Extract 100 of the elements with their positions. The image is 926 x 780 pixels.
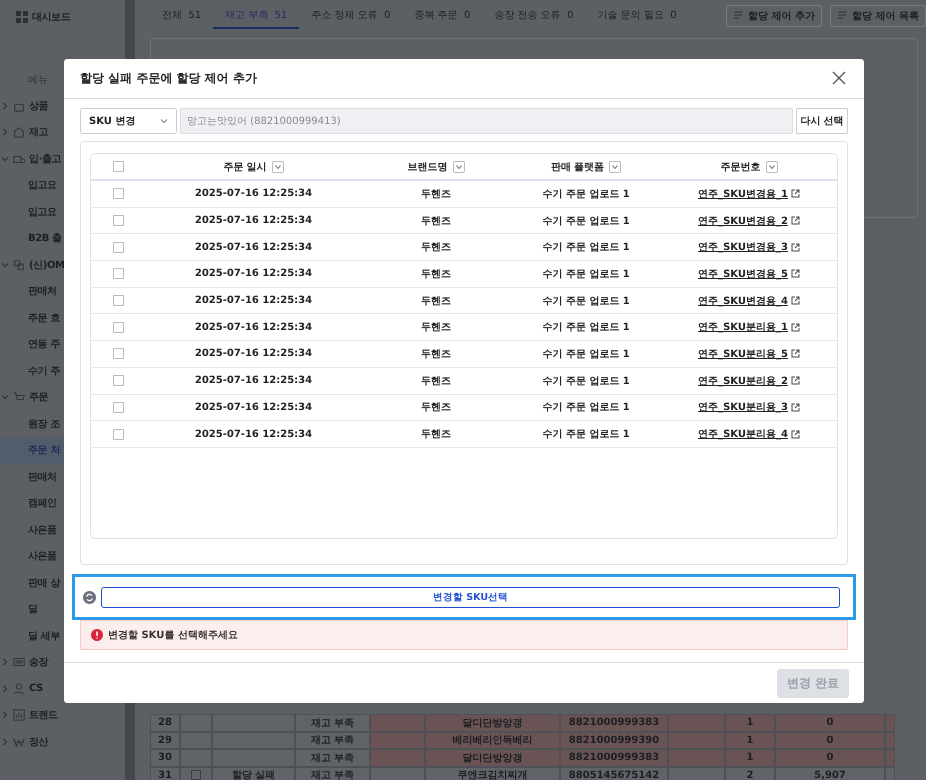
table-cell: 2025-07-16 12:25:34 (194, 375, 312, 386)
sidebar-group[interactable]: CS (29, 683, 43, 694)
sort-button[interactable] (609, 160, 622, 172)
table-cell-text: 수기 주문 업로드 1 (542, 321, 630, 334)
external-link-icon (790, 349, 800, 358)
tab[interactable]: 기술 문의 필요 0 (585, 3, 689, 29)
order-link[interactable]: 연주_SKU분리용_1 (698, 320, 800, 334)
menu-icon (13, 656, 25, 668)
table-cell: 1 (725, 749, 775, 766)
column-header: 브랜드명 (408, 160, 448, 174)
table-cell: 재고 부족 (295, 714, 370, 732)
menu-icon (13, 258, 25, 271)
table-cell: 달디단방앙갱 (425, 749, 560, 766)
toolbar-button[interactable]: 할당 제어 추가 (726, 5, 822, 27)
table-cell: 0 (775, 732, 885, 749)
sidebar-group[interactable]: 송장 (29, 655, 48, 670)
mode-select[interactable]: SKU 변경 (80, 108, 177, 134)
select-sku-button[interactable]: 변경할 SKU선택 (101, 586, 840, 608)
column-header: 판매 플랫폼 (550, 160, 604, 174)
table-cell-text: 수기 주문 업로드 1 (542, 428, 630, 442)
close-button[interactable] (832, 70, 848, 86)
tab[interactable]: 송장 전송 오류 0 (482, 3, 586, 29)
table-cell: 2025-07-16 12:25:34 (194, 428, 312, 440)
table-cell-text: 수기 주문 업로드 1 (542, 294, 630, 308)
table-cell: 28 (150, 714, 180, 732)
sidebar-group[interactable]: 입·출고 (29, 152, 62, 166)
checkbox[interactable] (113, 428, 124, 440)
checkbox[interactable] (113, 242, 124, 253)
external-link-icon (790, 269, 800, 278)
table-cell-text: 수기 주문 업로드 1 (542, 374, 630, 388)
table-cell: 30 (150, 749, 180, 766)
table-cell: 2025-07-16 12:25:34 (194, 268, 312, 280)
chevron-icon (454, 162, 462, 170)
tab[interactable]: 전체 51 (150, 3, 214, 29)
table-cell-text: 두헨즈 (421, 241, 451, 254)
order-link[interactable]: 연주_SKU분리용_4 (698, 427, 800, 442)
table-cell: 29 (150, 732, 180, 749)
checkbox[interactable] (113, 322, 124, 333)
order-link[interactable]: 연주_SKU분리용_3 (698, 400, 800, 414)
sidebar-group[interactable]: 정산 (29, 734, 48, 749)
order-link[interactable]: 연주_SKU변경용_3 (698, 240, 800, 254)
table-cell: 31 (150, 766, 180, 780)
table-cell: 8821000999390 (560, 732, 668, 749)
external-link-icon (790, 189, 800, 198)
sidebar-group[interactable]: 트렌드 (29, 708, 58, 722)
sort-button[interactable] (272, 160, 284, 172)
chevron-icon (768, 162, 776, 170)
order-link[interactable]: 연주_SKU변경용_4 (698, 294, 800, 308)
checkbox[interactable] (113, 215, 124, 226)
sidebar-group[interactable]: 재고 (29, 125, 48, 140)
sidebar-group[interactable]: 상품 (29, 98, 48, 113)
order-link[interactable]: 연주_SKU변경용_1 (698, 186, 800, 201)
sidebar-item[interactable]: 대시보드 (32, 10, 70, 24)
order-link[interactable]: 연주_SKU분리용_5 (698, 346, 800, 361)
table-cell-text: 수기 주문 업로드 1 (542, 401, 630, 414)
sidebar-group[interactable]: 주문 (29, 390, 48, 404)
table-cell: 재고 부족 (295, 766, 370, 780)
order-link[interactable]: 연주_SKU분리용_2 (698, 374, 800, 388)
table-cell: 0 (775, 714, 885, 732)
external-link-icon (790, 402, 800, 412)
grid-icon (16, 11, 28, 24)
checkbox[interactable] (113, 268, 124, 280)
refresh-icon (83, 590, 96, 604)
checkbox[interactable] (113, 402, 124, 413)
error-icon (91, 629, 103, 641)
table-cell-text: 두헨즈 (421, 321, 451, 334)
table-cell-text: 두헨즈 (421, 428, 451, 442)
table-cell-text: 두헨즈 (421, 401, 451, 414)
table-cell-text: 수기 주문 업로드 1 (542, 188, 630, 201)
checkbox[interactable] (113, 295, 124, 306)
table-cell: 1 (725, 732, 775, 749)
checkbox[interactable] (191, 770, 201, 780)
sort-button[interactable] (452, 160, 464, 172)
order-link[interactable]: 연주_SKU변경용_5 (698, 266, 800, 281)
table-cell: 2025-07-16 12:25:34 (194, 402, 312, 413)
column-header: 주문번호 (720, 160, 760, 174)
menu-icon (13, 709, 25, 722)
table-cell: 8821000999383 (560, 749, 668, 766)
table-cell (885, 749, 895, 766)
checkbox[interactable] (113, 348, 124, 360)
menu-icon (13, 682, 25, 695)
external-link-icon (790, 322, 800, 332)
checkbox[interactable] (113, 188, 124, 200)
checkbox[interactable] (113, 161, 124, 172)
tab[interactable]: 주소 정제 오류 0 (299, 3, 402, 29)
reselect-button[interactable]: 다시 선택 (796, 108, 848, 134)
toolbar-button[interactable]: 할당 제어 목록 (830, 5, 926, 27)
table-cell: 2025-07-16 12:25:34 (194, 215, 312, 226)
sort-button[interactable] (766, 160, 778, 172)
order-link[interactable]: 연주_SKU변경용_2 (698, 214, 800, 228)
table-cell (668, 749, 725, 766)
checkbox[interactable] (113, 375, 124, 386)
table-cell (668, 714, 725, 732)
tab[interactable]: 중복 주문 0 (402, 3, 482, 29)
table-cell: 2025-07-16 12:25:34 (194, 295, 312, 306)
chevron-icon (274, 162, 282, 170)
sidebar-group[interactable]: (신)OM (29, 258, 65, 272)
error-message: 변경할 SKU를 선택해주세요 (108, 629, 238, 642)
menu-icon (13, 126, 25, 138)
tab[interactable]: 재고 부족 51 (213, 3, 300, 29)
